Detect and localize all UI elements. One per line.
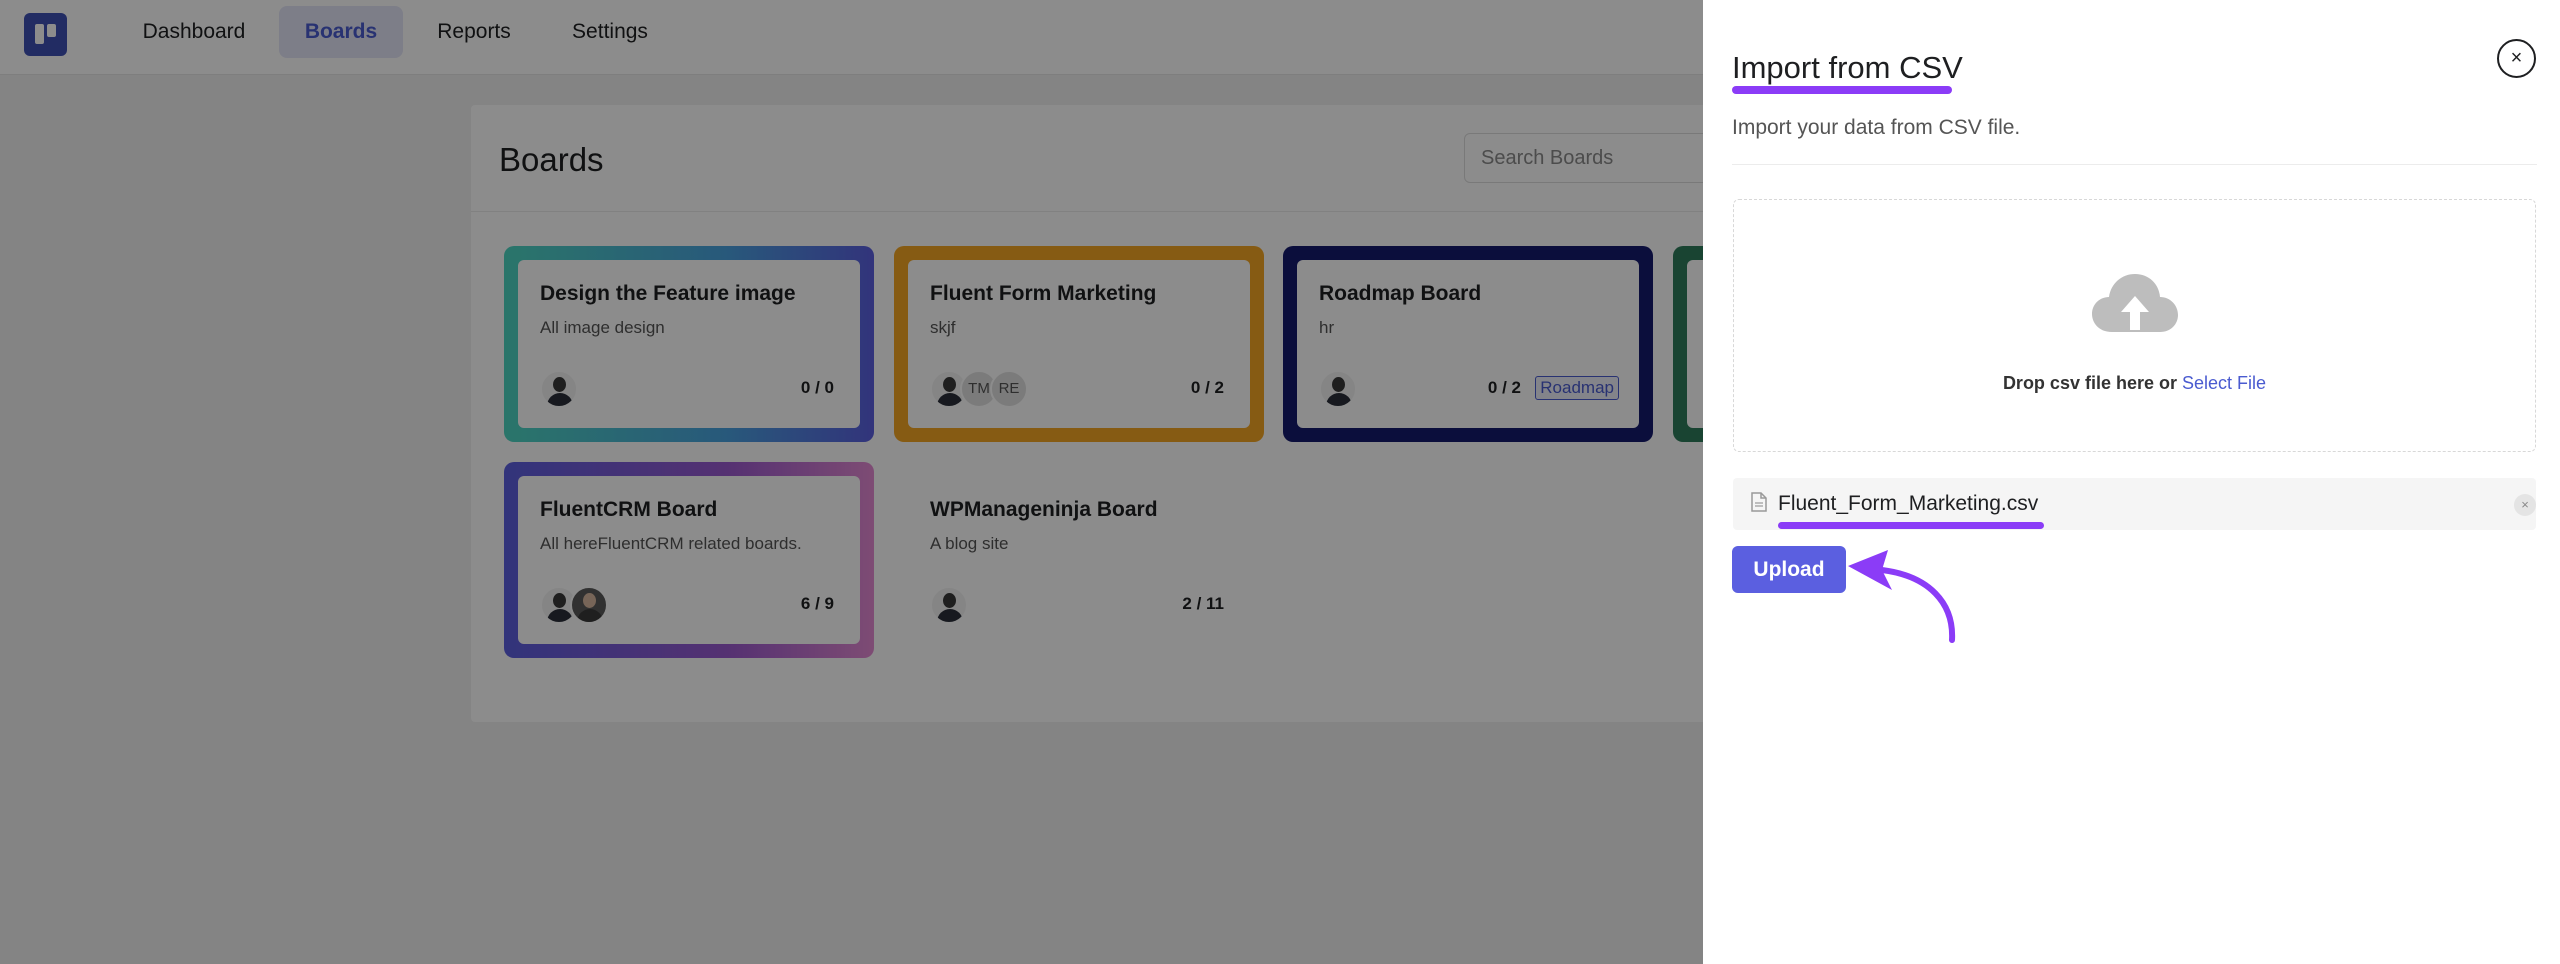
select-file-link[interactable]: Select File <box>2182 373 2266 393</box>
remove-file-button[interactable]: × <box>2514 494 2536 516</box>
modal-backdrop[interactable] <box>0 0 1703 964</box>
cloud-upload-icon <box>2092 274 2178 332</box>
csv-dropzone[interactable]: Drop csv file here or Select File <box>1733 199 2536 452</box>
annotation-underline <box>1732 86 1952 94</box>
dropzone-text: Drop csv file here or <box>2002 373 2177 393</box>
upload-button[interactable]: Upload <box>1732 546 1846 593</box>
drawer-subtitle: Import your data from CSV file. <box>1732 116 2021 139</box>
drawer-title: Import from CSV <box>1732 50 1963 85</box>
annotation-underline <box>1778 522 2044 529</box>
selected-file-item: Fluent_Form_Marketing.csv × <box>1733 478 2536 530</box>
dropzone-instructions: Drop csv file here or Select File <box>1734 373 2535 394</box>
annotation-arrow-icon <box>1848 550 1956 643</box>
drawer-divider <box>1732 164 2537 165</box>
close-icon: × <box>2510 47 2523 69</box>
close-drawer-button[interactable]: × <box>2497 39 2536 78</box>
document-icon <box>1751 492 1767 512</box>
selected-file-name: Fluent_Form_Marketing.csv <box>1778 492 2039 515</box>
